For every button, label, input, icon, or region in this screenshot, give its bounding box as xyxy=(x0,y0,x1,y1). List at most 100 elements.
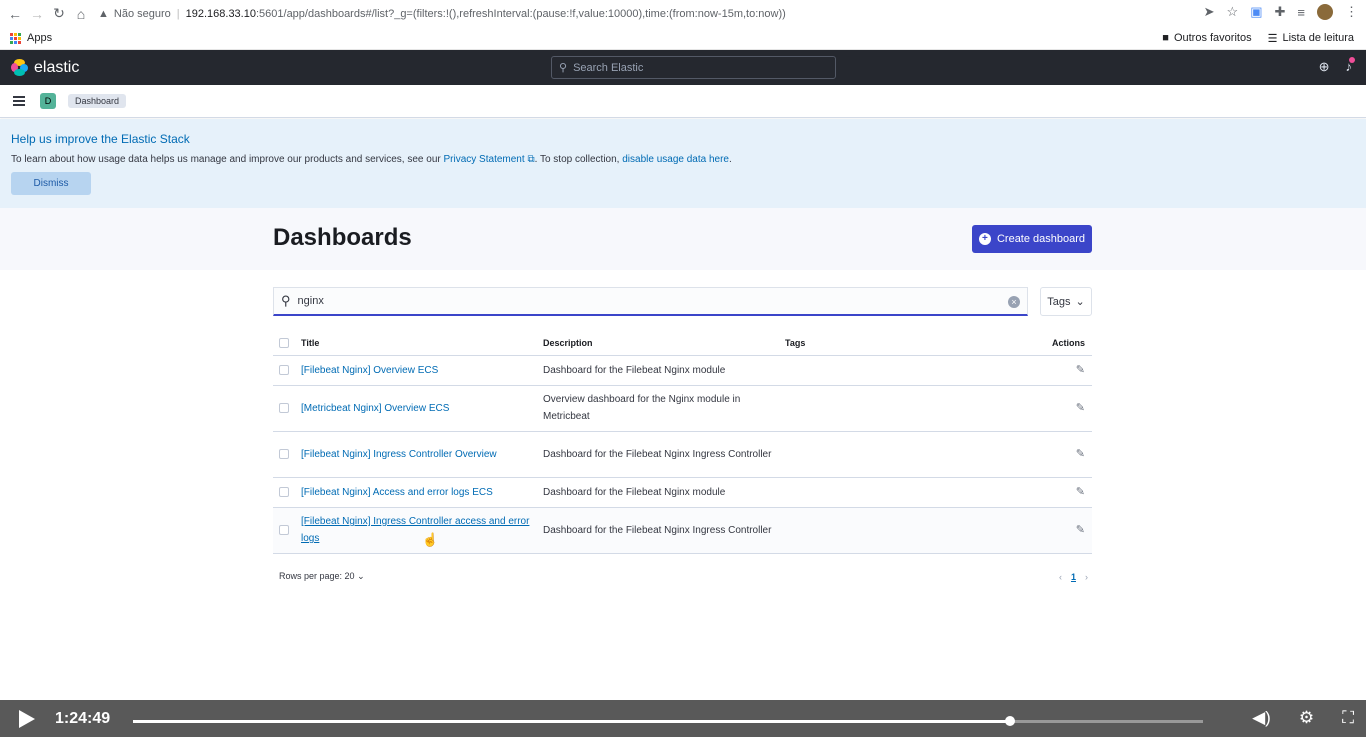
table-header-row: Title Description Tags Actions xyxy=(273,331,1092,356)
back-icon[interactable]: ← xyxy=(4,3,26,25)
video-progress-knob[interactable] xyxy=(1005,716,1016,726)
dismiss-button[interactable]: Dismiss xyxy=(11,172,91,195)
bookmarks-right: ■ Outros favoritos ☰ Lista de leitura xyxy=(1162,32,1354,45)
help-icon[interactable]: ⊕ xyxy=(1319,59,1330,75)
search-value: nginx xyxy=(297,295,324,307)
star-icon[interactable]: ☆ xyxy=(1227,4,1239,20)
search-row: ⚲ nginx × Tags ⌄ xyxy=(273,287,1092,317)
row-checkbox[interactable] xyxy=(279,524,289,535)
reload-icon[interactable]: ↻ xyxy=(48,3,70,25)
privacy-link-label: Privacy Statement xyxy=(443,154,525,165)
reading-list[interactable]: ☰ Lista de leitura xyxy=(1268,32,1354,45)
media-icon[interactable]: ≡ xyxy=(1297,5,1305,20)
row-description: Dashboard for the Filebeat Nginx Ingress… xyxy=(543,507,785,554)
fullscreen-icon[interactable]: ⛶ xyxy=(1342,708,1354,728)
dashboard-title-link[interactable]: [Filebeat Nginx] Ingress Controller acce… xyxy=(301,516,529,544)
edit-pencil-icon[interactable]: ✎ xyxy=(1076,400,1085,417)
external-link-icon: ⧉ xyxy=(527,154,535,165)
forward-icon[interactable]: → xyxy=(26,3,48,25)
folder-icon: ■ xyxy=(1162,32,1169,44)
rows-per-page-label: Rows per page: 20 xyxy=(279,571,355,581)
video-progress-bar[interactable] xyxy=(133,716,1203,726)
search-input[interactable]: ⚲ nginx × xyxy=(273,287,1028,316)
elastic-logo-icon xyxy=(11,59,28,76)
tags-filter-label: Tags xyxy=(1047,295,1071,308)
tags-filter-button[interactable]: Tags ⌄ xyxy=(1040,287,1092,316)
hamburger-menu-icon[interactable] xyxy=(13,96,25,106)
row-description: Dashboard for the Filebeat Nginx module xyxy=(543,355,785,386)
edit-pencil-icon[interactable]: ✎ xyxy=(1076,446,1085,463)
row-checkbox[interactable] xyxy=(279,364,289,375)
edit-pencil-icon[interactable]: ✎ xyxy=(1076,522,1085,539)
warning-icon: ▲ xyxy=(98,7,109,20)
dashboard-title-link[interactable]: [Filebeat Nginx] Overview ECS xyxy=(301,365,438,376)
video-progress-fill xyxy=(133,720,1011,723)
column-actions: Actions xyxy=(985,331,1092,356)
table-row: [Metricbeat Nginx] Overview ECS Overview… xyxy=(273,385,1092,432)
row-checkbox[interactable] xyxy=(279,486,289,497)
address-bar[interactable]: ▲ Não seguro | 192.168.33.10 :5601/app/d… xyxy=(98,8,786,20)
dashboard-title-link[interactable]: [Metricbeat Nginx] Overview ECS xyxy=(301,403,449,414)
browser-actions: ➤ ☆ ▣ ✚ ≡ ⋮ xyxy=(1204,4,1358,20)
news-icon[interactable]: ♪ xyxy=(1346,57,1355,75)
elastic-logo-text: elastic xyxy=(34,58,80,76)
column-title[interactable]: Title xyxy=(301,331,543,356)
select-all-checkbox[interactable] xyxy=(279,338,289,349)
bookmark-apps[interactable]: Apps xyxy=(10,32,52,44)
global-search-input[interactable]: ⚲ Search Elastic xyxy=(551,56,836,79)
menu-icon[interactable]: ⋮ xyxy=(1345,4,1358,20)
volume-icon[interactable]: ◀) xyxy=(1252,708,1271,728)
edit-pencil-icon[interactable]: ✎ xyxy=(1076,484,1085,501)
address-separator: | xyxy=(176,7,180,20)
space-avatar[interactable]: D xyxy=(40,93,56,109)
video-controls: 1:24:49 ◀) ⚙ ⛶ xyxy=(0,700,1366,737)
row-actions-cell: ✎ xyxy=(985,355,1092,386)
row-description: Dashboard for the Filebeat Nginx Ingress… xyxy=(543,431,785,478)
chevron-down-icon: ⌄ xyxy=(357,571,365,581)
dashboards-table: Title Description Tags Actions [Filebeat… xyxy=(273,331,1092,554)
column-description[interactable]: Description xyxy=(543,331,785,356)
play-icon[interactable] xyxy=(19,709,35,728)
send-icon[interactable]: ➤ xyxy=(1204,4,1215,20)
profile-avatar[interactable] xyxy=(1317,4,1333,20)
row-checkbox-cell xyxy=(273,431,301,478)
global-search-placeholder: Search Elastic xyxy=(573,61,644,74)
extensions-icon[interactable]: ✚ xyxy=(1275,4,1286,20)
dashboard-title-link[interactable]: [Filebeat Nginx] Access and error logs E… xyxy=(301,487,493,498)
elastic-logo[interactable]: elastic xyxy=(11,59,79,77)
clear-search-icon[interactable]: × xyxy=(1008,296,1020,308)
nonsecure-label: Não seguro xyxy=(113,7,171,20)
rows-per-page-select[interactable]: Rows per page: 20 ⌄ xyxy=(279,571,365,582)
kibana-subheader: D Dashboard xyxy=(0,85,1366,118)
notification-dot xyxy=(1349,57,1355,63)
next-page-icon[interactable]: › xyxy=(1085,572,1088,582)
row-checkbox-cell xyxy=(273,477,301,508)
translate-icon[interactable]: ▣ xyxy=(1250,4,1262,20)
apps-grid-icon xyxy=(10,32,21,44)
home-icon[interactable]: ⌂ xyxy=(70,3,92,25)
dashboard-title-link[interactable]: [Filebeat Nginx] Ingress Controller Over… xyxy=(301,449,497,460)
breadcrumb[interactable]: Dashboard xyxy=(68,94,127,108)
edit-pencil-icon[interactable]: ✎ xyxy=(1076,362,1085,379)
row-actions-cell: ✎ xyxy=(985,385,1092,432)
hand-cursor-icon: ☝ xyxy=(422,532,439,547)
callout-text: To learn about how usage data helps us m… xyxy=(11,154,1355,165)
settings-gear-icon[interactable]: ⚙ xyxy=(1299,708,1314,728)
row-title-cell: [Filebeat Nginx] Ingress Controller Over… xyxy=(301,431,543,478)
disable-usage-link[interactable]: disable usage data here xyxy=(622,154,729,165)
header-actions: ⊕ ♪ xyxy=(1319,57,1355,75)
row-title-cell: [Filebeat Nginx] Access and error logs E… xyxy=(301,477,543,508)
search-icon: ⚲ xyxy=(281,293,291,308)
search-icon: ⚲ xyxy=(559,62,568,74)
create-dashboard-label: Create dashboard xyxy=(996,233,1086,245)
table-row: [Filebeat Nginx] Ingress Controller Over… xyxy=(273,431,1092,478)
row-checkbox[interactable] xyxy=(279,402,289,413)
other-bookmarks[interactable]: ■ Outros favoritos xyxy=(1162,32,1251,45)
create-dashboard-button[interactable]: + Create dashboard xyxy=(972,225,1092,253)
row-checkbox[interactable] xyxy=(279,448,289,459)
row-checkbox-cell xyxy=(273,385,301,432)
page-number[interactable]: 1 xyxy=(1071,572,1076,582)
previous-page-icon[interactable]: ‹ xyxy=(1059,572,1062,582)
row-checkbox-cell xyxy=(273,355,301,386)
privacy-statement-link[interactable]: Privacy Statement ⧉ xyxy=(444,154,535,165)
